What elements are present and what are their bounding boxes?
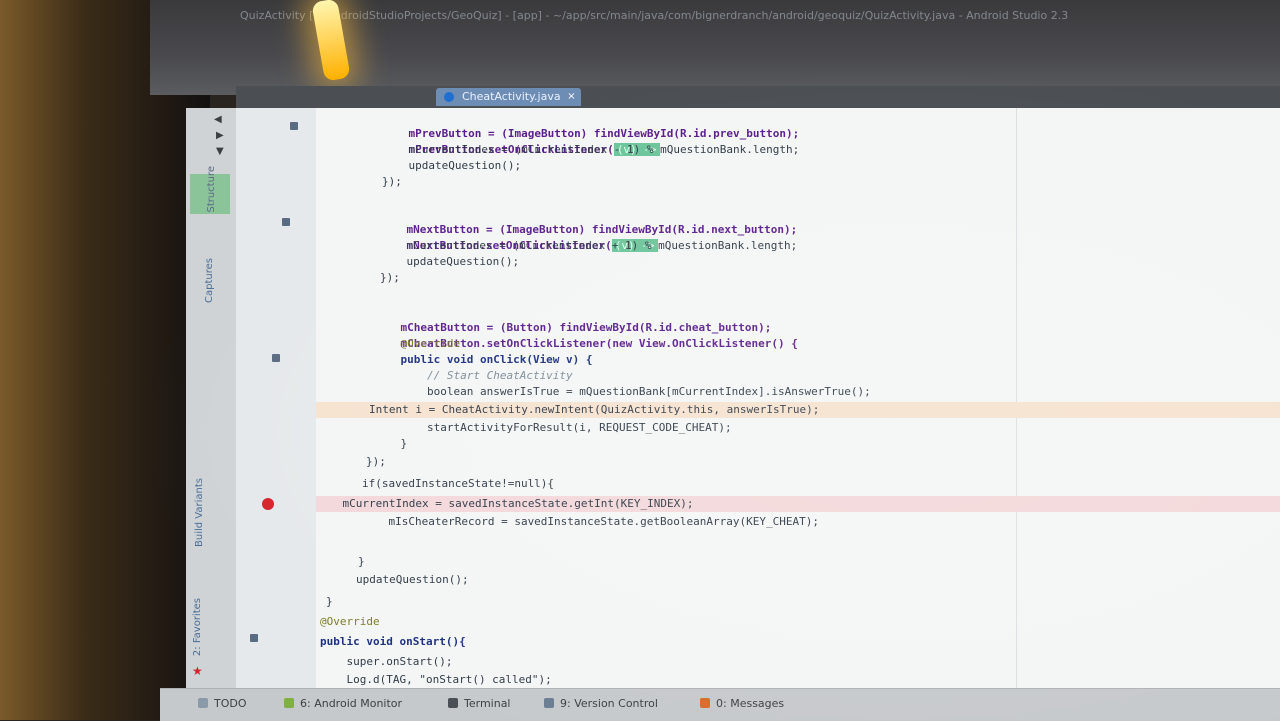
code-editor[interactable]: mPrevButton = (ImageButton) findViewById…: [316, 108, 1280, 688]
version-control-tab[interactable]: 9: Version Control: [544, 697, 658, 710]
expand-arrow-icon[interactable]: ▶: [216, 130, 226, 141]
code-line: }: [358, 555, 365, 568]
left-tool-strip: ◀ ▶ ▼ Captures Structure Build Variants …: [186, 108, 237, 688]
code-line: public void onStart(){: [320, 635, 466, 648]
code-line-breakpoint: mCurrentIndex = savedInstanceState.getIn…: [316, 496, 1280, 512]
code-line-current: Intent i = CheatActivity.newIntent(QuizA…: [316, 402, 1280, 418]
terminal-icon: [448, 698, 458, 708]
todo-icon: [198, 698, 208, 708]
android-monitor-tab[interactable]: 6: Android Monitor: [284, 697, 402, 710]
window-title: QuizActivity [~/AndroidStudioProjects/Ge…: [240, 9, 1069, 22]
code-line: mCurrentIndex = (mCurrentIndex - 1) % mQ…: [382, 143, 800, 156]
terminal-tab[interactable]: Terminal: [448, 697, 511, 710]
code-line: startActivityForResult(i, REQUEST_CODE_C…: [374, 421, 732, 434]
captures-tab[interactable]: Captures: [204, 258, 215, 303]
down-arrow-icon[interactable]: ▼: [216, 146, 226, 157]
code-line: public void onClick(View v) {: [374, 353, 593, 366]
code-line: Log.d(TAG, "onStart() called");: [320, 673, 552, 686]
messages-tab[interactable]: 0: Messages: [700, 697, 784, 710]
tab-cheat-activity[interactable]: CheatActivity.java ×: [436, 88, 581, 106]
code-line: mCurrentIndex = (mCurrentIndex + 1) % mQ…: [380, 239, 798, 252]
override-marker-icon[interactable]: [272, 354, 280, 362]
code-line: updateQuestion();: [380, 255, 520, 268]
structure-tab[interactable]: Structure: [206, 166, 217, 213]
messages-icon: [700, 698, 710, 708]
breakpoint-icon[interactable]: [262, 498, 274, 510]
java-class-icon: [444, 92, 454, 102]
android-icon: [284, 698, 294, 708]
code-line: boolean answerIsTrue = mQuestionBank[mCu…: [374, 385, 871, 398]
code-line: @Override: [374, 337, 461, 350]
monitor-bezel-left: [0, 0, 210, 720]
code-line: @Override: [320, 615, 380, 628]
build-variants-tab[interactable]: Build Variants: [194, 478, 205, 547]
bottom-tool-bar: TODO 6: Android Monitor Terminal 9: Vers…: [160, 688, 1280, 721]
code-line: // Start CheatActivity: [374, 369, 573, 382]
star-icon: ★: [192, 664, 203, 678]
todo-tab[interactable]: TODO: [198, 697, 247, 710]
right-margin-guide: [1016, 108, 1017, 688]
code-line: updateQuestion();: [382, 159, 522, 172]
code-line: }: [326, 595, 333, 608]
override-marker-icon[interactable]: [250, 634, 258, 642]
code-line: });: [380, 271, 400, 284]
code-line: }: [374, 437, 408, 450]
code-line: });: [382, 175, 402, 188]
favorites-tab[interactable]: 2: Favorites: [192, 598, 203, 656]
code-line: if(savedInstanceState!=null){: [362, 477, 555, 490]
implements-marker-icon[interactable]: [290, 122, 298, 130]
code-line: super.onStart();: [320, 655, 453, 668]
code-line: updateQuestion();: [356, 573, 469, 586]
close-tab-icon[interactable]: ×: [567, 88, 575, 106]
editor-gutter[interactable]: [236, 108, 327, 688]
implements-marker-icon[interactable]: [282, 218, 290, 226]
tab-label: CheatActivity.java: [462, 90, 561, 103]
collapse-arrow-icon[interactable]: ◀: [214, 114, 224, 125]
editor-tab-bar: CheatActivity.java ×: [236, 86, 1280, 109]
code-line: mIsCheaterRecord = savedInstanceState.ge…: [362, 515, 819, 528]
code-line: });: [366, 455, 386, 468]
version-control-icon: [544, 698, 554, 708]
